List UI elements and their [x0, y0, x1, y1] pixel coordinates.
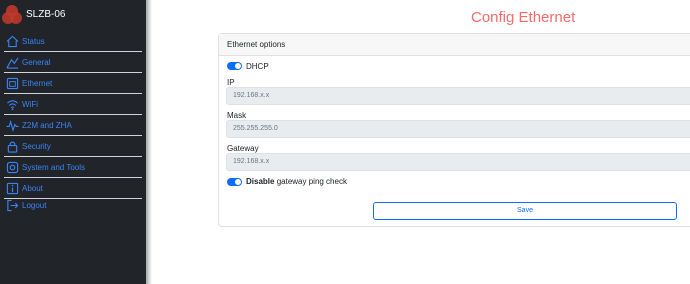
logo-icon [2, 5, 22, 24]
sidebar-item-label: WiFi [22, 100, 38, 109]
sidebar-item-label: System and Tools [22, 163, 85, 172]
brand[interactable]: SLZB-06 [0, 0, 146, 31]
gateway-value: 192.168.x.x [233, 158, 270, 165]
sidebar-item-label: Logout [22, 201, 47, 210]
sidebar: SLZB-06 Status General Ethernet WiFi Z2M… [0, 0, 146, 284]
sidebar-shadow [146, 0, 152, 284]
sidebar-item-ethernet[interactable]: Ethernet [4, 74, 142, 94]
gateway-field[interactable]: 192.168.x.x [226, 153, 690, 171]
sidebar-item-status[interactable]: Status [4, 32, 142, 52]
ping-check-label: Disable gateway ping check [246, 177, 347, 186]
sidebar-item-label: General [22, 58, 51, 67]
ip-value: 192.168.x.x [233, 92, 270, 99]
save-button-label: Save [517, 207, 533, 214]
ip-field[interactable]: 192.168.x.x [226, 87, 690, 105]
sidebar-item-system-tools[interactable]: System and Tools [4, 158, 142, 178]
general-icon [6, 57, 19, 69]
dhcp-toggle[interactable] [227, 62, 242, 70]
brand-name: SLZB-06 [26, 9, 66, 20]
mask-field[interactable]: 255.255.255.0 [226, 120, 690, 138]
ip-label: IP [227, 78, 235, 87]
lock-icon [7, 141, 18, 153]
pulse-icon [6, 119, 19, 132]
ping-check-bold: Disable [246, 177, 275, 186]
wifi-icon [7, 100, 18, 111]
sidebar-item-label: About [22, 184, 43, 193]
sidebar-item-label: Status [22, 37, 45, 46]
card-title: Ethernet options [227, 40, 286, 49]
card-header: Ethernet options [219, 34, 690, 56]
sidebar-item-general[interactable]: General [4, 53, 142, 73]
logout-icon [7, 199, 19, 212]
sidebar-item-security[interactable]: Security [4, 137, 142, 157]
dhcp-label: DHCP [246, 62, 269, 71]
mask-label: Mask [227, 111, 247, 120]
sidebar-item-label: Z2M and ZHA [22, 121, 72, 130]
sidebar-item-logout[interactable]: Logout [4, 196, 142, 216]
mask-value: 255.255.255.0 [233, 125, 278, 132]
sidebar-item-label: Ethernet [22, 79, 53, 88]
home-icon [6, 35, 19, 48]
ping-check-toggle[interactable] [227, 178, 242, 186]
ethernet-icon [6, 77, 19, 90]
sidebar-item-wifi[interactable]: WiFi [4, 95, 142, 115]
sidebar-item-label: Security [22, 142, 51, 151]
info-icon [6, 182, 19, 195]
ping-check-rest: gateway ping check [274, 177, 347, 186]
sidebar-item-z2m-zha[interactable]: Z2M and ZHA [4, 116, 142, 136]
gateway-label: Gateway [227, 144, 259, 153]
save-button[interactable]: Save [373, 202, 677, 220]
page-title: Config Ethernet [471, 9, 576, 26]
gear-icon [6, 161, 19, 174]
